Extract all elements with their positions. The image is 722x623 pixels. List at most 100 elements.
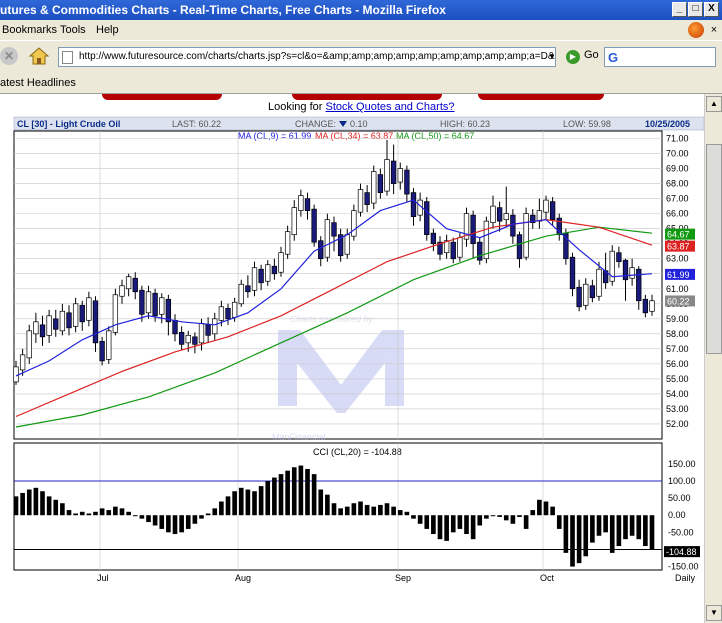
url-input[interactable]: http://www.futuresource.com/charts/chart… (58, 47, 556, 67)
candle-down (152, 292, 158, 317)
legend-ma9: MA (CL,9) = 61.99 (238, 131, 311, 141)
candle-down (92, 300, 99, 344)
cci-bar (417, 515, 423, 524)
candle-up (198, 322, 205, 344)
candle-up (112, 294, 119, 333)
candle-up (291, 207, 297, 236)
go-arrow-icon[interactable]: ▶ (566, 50, 580, 64)
cci-tag-label: -104.88 (666, 547, 697, 557)
cci-bar (60, 503, 65, 516)
watermark-brand-text: ManFinancial (272, 432, 326, 442)
price-tick-label: 52.00 (666, 419, 689, 429)
page-icon (62, 51, 73, 64)
candle-down (225, 307, 231, 320)
candle-up (457, 237, 463, 258)
cci-bar (404, 511, 410, 516)
cci-bar (484, 515, 489, 519)
bookmark-latest-headlines[interactable]: atest Headlines (0, 72, 76, 94)
cci-bar (470, 515, 476, 540)
candle-up (19, 354, 26, 371)
candle-up (523, 213, 529, 258)
maximize-button[interactable]: □ (688, 2, 703, 17)
home-icon[interactable] (28, 45, 50, 67)
cci-bar (510, 515, 516, 524)
price-tag-label: 61.99 (667, 270, 690, 280)
legend-ma50: MA (CL,50) = 64.67 (396, 131, 474, 141)
cci-bar (457, 515, 463, 529)
cci-bar (477, 515, 483, 526)
cci-bar (629, 515, 635, 536)
close-button[interactable]: X (704, 2, 719, 17)
stock-quotes-link[interactable]: Stock Quotes and Charts? (325, 101, 454, 113)
candle-down (245, 285, 251, 293)
looking-for-banner: Looking for Stock Quotes and Charts? (268, 101, 455, 113)
cci-bar (278, 474, 284, 516)
cci-bar (397, 510, 403, 516)
scroll-down-icon[interactable]: ▼ (706, 605, 722, 621)
candle-down (424, 201, 430, 236)
price-tick-label: 58.00 (666, 329, 689, 339)
legend-cci: CCI (CL,20) = -104.88 (313, 447, 402, 457)
cci-tick-label: -150.00 (668, 562, 699, 572)
cci-bar (556, 515, 562, 529)
cci-bar (265, 480, 271, 516)
nav-tab-decor (292, 94, 442, 100)
cci-bar (93, 511, 98, 516)
cci-bar (13, 496, 19, 516)
candle-up (298, 195, 304, 211)
search-input[interactable]: G (604, 47, 716, 67)
candle-up (72, 303, 79, 327)
cci-bar (643, 515, 648, 547)
scroll-thumb[interactable] (706, 144, 722, 354)
chevron-down-icon[interactable]: ▼ (548, 47, 558, 67)
candle-up (649, 300, 655, 312)
candle-down (132, 277, 138, 293)
close-icon[interactable]: × (708, 24, 720, 36)
cci-bar (152, 515, 158, 526)
last-price: LAST: 60.22 (172, 119, 221, 129)
cci-bar (298, 465, 304, 516)
candle-up (536, 210, 543, 222)
cci-bar (570, 515, 575, 567)
menu-bookmarks[interactable]: Bookmarks (2, 20, 57, 40)
candle-down (642, 298, 649, 314)
cci-bar (325, 494, 330, 516)
menu-help[interactable]: Help (96, 20, 119, 40)
cci-bar (79, 511, 85, 516)
month-label: Aug (235, 573, 251, 583)
cci-bar (73, 513, 78, 516)
price-tick-label: 56.00 (666, 359, 689, 369)
cci-bar (384, 503, 390, 516)
cci-bar (26, 489, 32, 516)
legend-ma34: MA (CL,34) = 63.87 (315, 131, 393, 141)
candle-up (503, 213, 509, 220)
low-price: LOW: 59.98 (563, 119, 611, 129)
vertical-scrollbar[interactable]: ▲ ▼ (704, 94, 722, 623)
candle-down (311, 208, 317, 243)
cci-bar (530, 510, 536, 516)
go-button[interactable]: Go (584, 49, 599, 61)
candle-down (139, 289, 145, 315)
price-tick-label: 57.00 (666, 344, 689, 354)
price-tick-label: 67.00 (666, 194, 689, 204)
candle-up (86, 297, 92, 321)
navigation-toolbar: ✕ http://www.futuresource.com/charts/cha… (0, 40, 722, 72)
price-tick-label: 61.00 (666, 284, 689, 294)
month-label: Oct (540, 573, 555, 583)
cci-bar (159, 515, 165, 529)
cci-bar (576, 515, 582, 564)
candle-down (470, 214, 476, 245)
candle-down (516, 234, 523, 260)
minimize-button[interactable]: _ (672, 2, 687, 17)
cci-bar (623, 515, 628, 540)
scroll-up-icon[interactable]: ▲ (706, 96, 722, 112)
sponsor-watermark: Charts sponsored by: ManFinancial (272, 314, 404, 442)
menu-tools[interactable]: Tools (60, 20, 86, 40)
stop-icon[interactable]: ✕ (0, 47, 18, 65)
cci-bar (318, 489, 324, 516)
cci-tick-label: -50.00 (668, 527, 694, 537)
bookmarks-toolbar: atest Headlines (0, 72, 722, 94)
cci-bar (437, 515, 443, 540)
cci-bar (523, 515, 529, 529)
candle-up (543, 199, 549, 213)
